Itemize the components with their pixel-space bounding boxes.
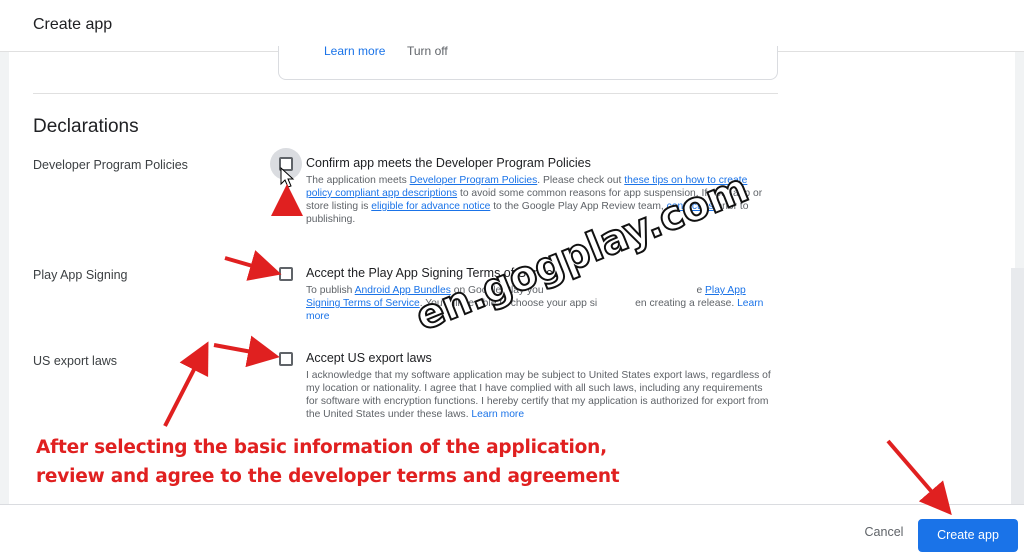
developer-policies-checkbox[interactable] (270, 148, 302, 180)
developer-policies-option-title: Confirm app meets the Developer Program … (306, 156, 591, 170)
us-export-laws-description: I acknowledge that my software applicati… (306, 369, 776, 421)
dialog-title: Create app (33, 16, 113, 33)
turn-off-link[interactable]: Turn off (407, 44, 448, 58)
learn-more-link[interactable]: Learn more (324, 44, 385, 58)
desc-text: I acknowledge that my software applicati… (306, 370, 771, 420)
developer-program-policies-link[interactable]: Developer Program Policies (410, 175, 538, 186)
desc-text: e (696, 285, 706, 296)
us-export-laws-checkbox[interactable] (270, 343, 302, 375)
checkbox-box[interactable] (279, 352, 293, 366)
checkbox-box[interactable] (279, 267, 293, 281)
row-label-us-export-laws: US export laws (33, 354, 118, 368)
desc-text: en creating a release. (635, 298, 738, 309)
create-app-button[interactable]: Create app (918, 519, 1018, 552)
left-background (0, 52, 9, 504)
cancel-button[interactable]: Cancel (852, 520, 916, 544)
desc-text: To publish (306, 285, 355, 296)
desc-text: The application meets (306, 175, 410, 186)
section-divider (33, 93, 778, 94)
dialog-header: Create app (0, 0, 1024, 52)
checkbox-box[interactable] (279, 157, 293, 171)
row-label-play-app-signing: Play App Signing (33, 268, 128, 282)
desc-text: . Please check out (537, 175, 625, 186)
declarations-heading: Declarations (33, 116, 139, 137)
caption-line-1: After selecting the basic information of… (36, 437, 607, 458)
play-app-signing-checkbox[interactable] (270, 258, 302, 290)
advance-notice-link[interactable]: eligible for advance notice (371, 201, 490, 212)
learn-more-link[interactable]: Learn more (471, 409, 524, 420)
us-export-laws-option-title: Accept US export laws (306, 351, 432, 365)
caption-line-2: review and agree to the developer terms … (36, 466, 620, 487)
previous-section-card: Learn more Turn off (278, 44, 778, 80)
row-label-developer-program-policies: Developer Program Policies (33, 158, 188, 172)
dialog-footer: Cancel Create app (0, 504, 1024, 555)
scrollbar[interactable] (1011, 268, 1024, 504)
